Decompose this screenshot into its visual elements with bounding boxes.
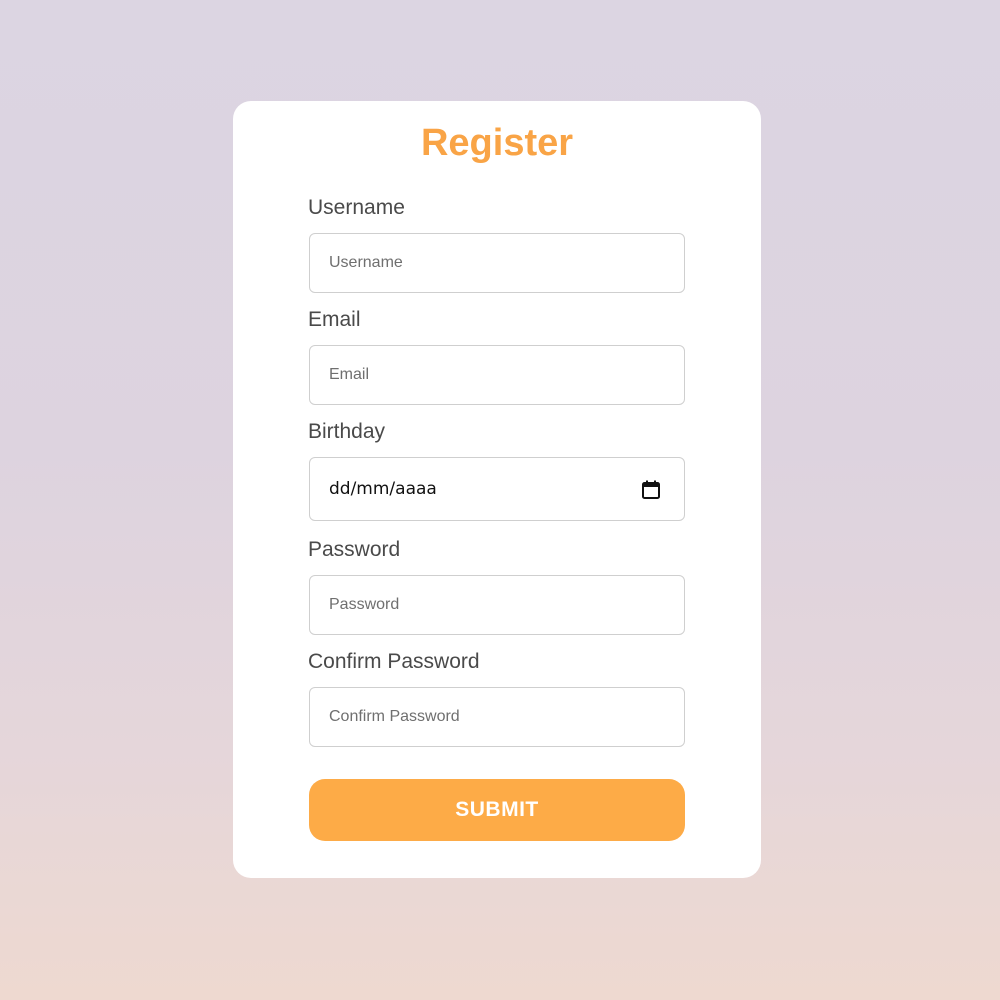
calendar-icon[interactable] <box>642 480 660 499</box>
form-title: Register <box>420 122 574 164</box>
birthday-date-input[interactable]: dd/mm/aaaa <box>309 457 685 521</box>
submit-button[interactable]: SUBMIT <box>309 779 685 841</box>
birthday-label: Birthday <box>308 420 386 443</box>
username-input[interactable] <box>309 233 685 293</box>
confirm-password-input[interactable] <box>309 687 685 747</box>
password-label: Password <box>308 538 401 561</box>
email-label: Email <box>308 308 361 331</box>
password-input[interactable] <box>309 575 685 635</box>
username-label: Username <box>308 196 405 219</box>
birthday-date-format: dd/mm/aaaa <box>329 479 437 499</box>
email-input[interactable] <box>309 345 685 405</box>
register-card: Register Username Email Birthday dd/mm/a… <box>233 101 761 878</box>
confirm-password-label: Confirm Password <box>308 650 480 673</box>
